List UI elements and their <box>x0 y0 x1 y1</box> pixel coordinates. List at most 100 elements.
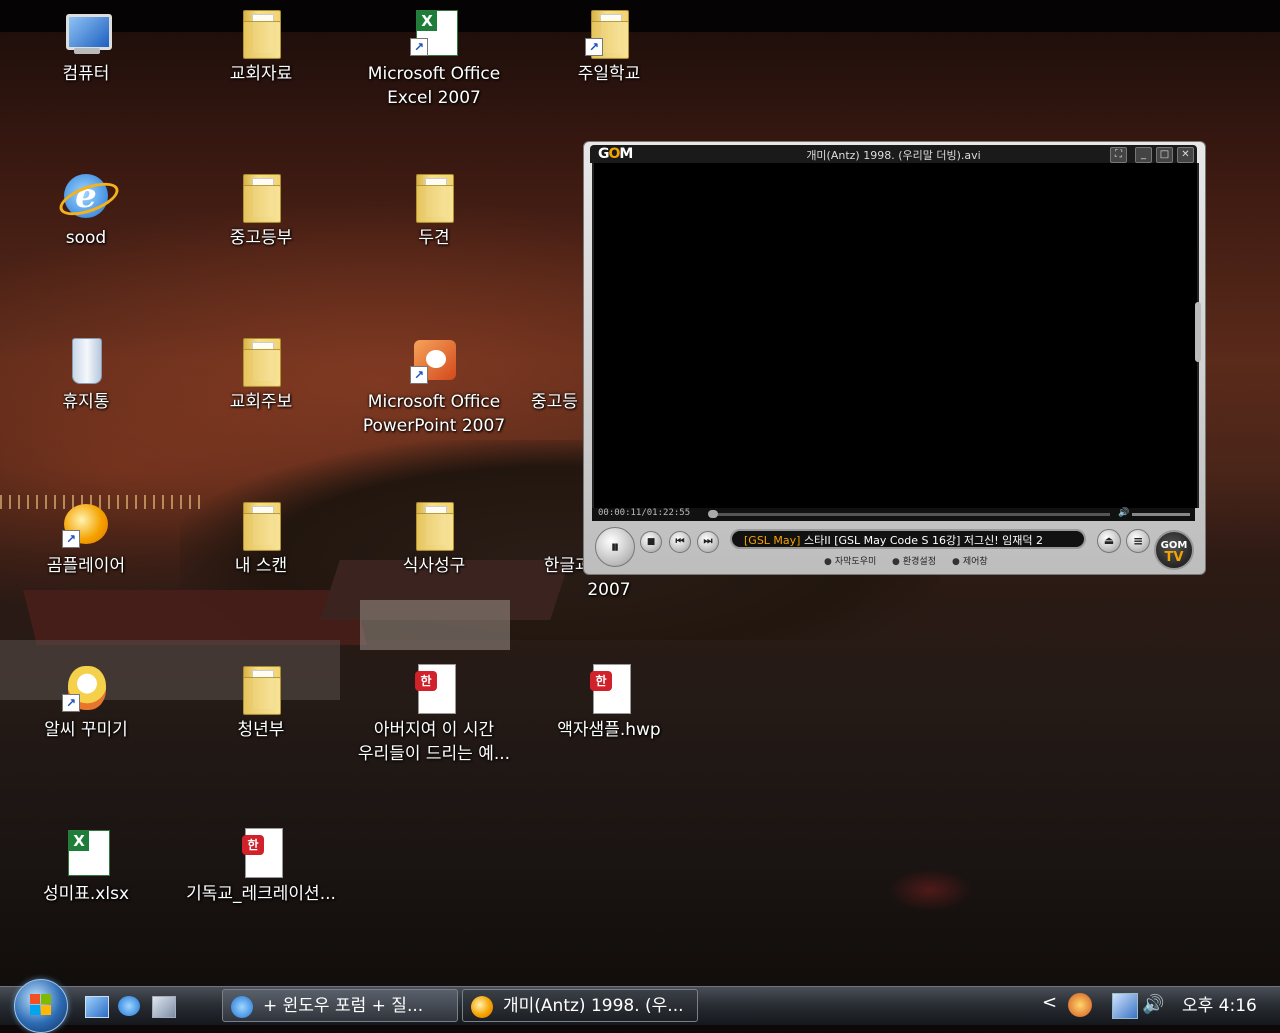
desktop-icon-alsee-decorate[interactable]: ↗ 알씨 꾸미기 <box>1 664 171 742</box>
gom-player-window[interactable]: GOM 개미(Antz) 1998. (우리말 더빙).avi ⛶ _ □ ✕ … <box>583 141 1206 575</box>
preferences-link[interactable]: 환경설정 <box>892 554 936 567</box>
desktop-icon-label: 알씨 꾸미기 <box>44 720 128 740</box>
folder-icon <box>237 664 285 715</box>
switch-windows-icon[interactable] <box>152 996 176 1018</box>
alsee-icon: ↗ <box>62 664 110 712</box>
desktop-icon-label: 주일학교 <box>577 64 641 84</box>
minimize-button[interactable]: _ <box>1135 147 1152 163</box>
taskbar-item-ie-forum[interactable]: + 윈도우 포럼 + 질... <box>222 989 458 1022</box>
control-panel: ⏸ ■ ⏮ ⏭ [GSL May] 스타II [GSL May Code S 1… <box>584 522 1205 572</box>
desktop-icon-label: 청년부 <box>237 720 285 740</box>
desktop-icon-label: 식사성구 <box>402 556 466 576</box>
clock[interactable]: 오후 4:16 <box>1182 987 1257 1025</box>
volume-icon[interactable]: 🔊 <box>1118 508 1129 518</box>
gom-logo-g: G <box>598 146 609 162</box>
open-file-button[interactable]: ⏏ <box>1097 529 1121 553</box>
close-button[interactable]: ✕ <box>1177 147 1194 163</box>
gom-logo-o: O <box>608 146 621 162</box>
ie-icon <box>231 996 253 1018</box>
desktop-icon-dugyeon[interactable]: 두견 <box>349 172 519 250</box>
desktop-icon-label: 기독교_레크레이션... <box>186 884 336 904</box>
gomtv-ticker[interactable]: [GSL May] 스타II [GSL May Code S 16강] 저그신!… <box>730 529 1086 549</box>
pause-button[interactable]: ⏸ <box>595 527 635 567</box>
desktop-icon-label: 휴지통 <box>62 392 110 412</box>
desktop-icon-label: 아버지여 이 시간 우리들이 드리는 예... <box>357 720 511 764</box>
desktop-icon-label: Microsoft Office Excel 2007 <box>367 64 501 108</box>
desktop-icon-frame-sample[interactable]: 한 액자샘플.hwp <box>524 664 694 742</box>
menu-button[interactable]: ≡ <box>1126 529 1150 553</box>
desktop-icon-meal-verses[interactable]: 식사성구 <box>349 500 519 578</box>
desktop-icon-ie[interactable]: e sood <box>1 172 171 250</box>
desktop-icon-label: 내 스캔 <box>234 556 288 576</box>
wallpaper-house <box>360 600 510 650</box>
control-panel-link[interactable]: 제어창 <box>952 554 988 567</box>
desktop-icon-label: 중고등부 <box>229 228 293 248</box>
folder-shortcut-icon: ↗ <box>585 8 633 59</box>
windows-flag-icon <box>30 994 52 1016</box>
fullscreen-button[interactable]: ⛶ <box>1110 147 1127 163</box>
previous-button[interactable]: ⏮ <box>669 531 691 553</box>
gom-player-icon: ↗ <box>62 500 110 548</box>
playback-time: 00:00:11/01:22:55 <box>598 508 691 518</box>
taskbar: + 윈도우 포럼 + 질... 개미(Antz) 1998. (우... < 🔊… <box>0 979 1280 1033</box>
show-desktop-icon[interactable] <box>85 996 109 1018</box>
taskbar-item-label: + 윈도우 포럼 + 질... <box>263 996 424 1016</box>
internet-explorer-quicklaunch-icon[interactable] <box>118 996 140 1016</box>
gom-file-title: 개미(Antz) 1998. (우리말 더빙).avi <box>806 149 981 162</box>
internet-explorer-icon: e <box>55 172 123 222</box>
hwp-document-icon: 한 <box>410 664 458 714</box>
gom-logo-m: M <box>619 146 633 162</box>
start-button[interactable] <box>14 979 68 1033</box>
excel-document-icon: X <box>62 828 110 876</box>
taskbar-item-gom-player[interactable]: 개미(Antz) 1998. (우... <box>462 989 698 1022</box>
desktop-icon-young-adults[interactable]: 청년부 <box>176 664 346 742</box>
desktop-icon-church-bulletin[interactable]: 교회주보 <box>176 336 346 414</box>
taskbar-item-label: 개미(Antz) 1998. (우... <box>503 996 684 1016</box>
excel-icon: X ↗ <box>410 8 458 56</box>
seek-bar[interactable]: 00:00:11/01:22:55 🔊 <box>592 508 1195 521</box>
tray-app-icon[interactable] <box>1068 993 1092 1017</box>
hwp-document-icon: 한 <box>237 828 285 878</box>
network-icon[interactable] <box>1112 993 1138 1019</box>
desktop-icon-label: 성미표.xlsx <box>42 884 130 904</box>
seek-knob[interactable] <box>708 510 718 518</box>
volume-icon[interactable]: 🔊 <box>1142 993 1164 1017</box>
desktop-icon-youth-dept[interactable]: 중고등부 <box>176 172 346 250</box>
desktop-icon-my-scan[interactable]: 내 스캔 <box>176 500 346 578</box>
desktop-icon-church-materials[interactable]: 교회자료 <box>176 8 346 86</box>
gom-logo: GOM <box>598 146 633 162</box>
maximize-button[interactable]: □ <box>1156 147 1173 163</box>
wallpaper-roof <box>23 590 367 645</box>
computer-icon <box>62 8 112 56</box>
folder-icon <box>237 500 285 551</box>
desktop-icon-sunday-school[interactable]: ↗ 주일학교 <box>524 8 694 86</box>
gom-titlebar[interactable]: GOM 개미(Antz) 1998. (우리말 더빙).avi ⛶ _ □ ✕ <box>590 145 1197 163</box>
desktop-icon-label: 액자샘플.hwp <box>557 720 661 740</box>
video-area[interactable] <box>592 163 1199 508</box>
gomtv-button[interactable]: GOM TV <box>1154 530 1194 570</box>
desktop-icon-excel[interactable]: X ↗ Microsoft Office Excel 2007 <box>349 8 519 110</box>
powerpoint-icon: ↗ <box>410 336 458 384</box>
subtitle-helper-link[interactable]: 자막도우미 <box>824 554 876 567</box>
volume-slider[interactable] <box>1132 513 1190 516</box>
playlist-edge-handle[interactable] <box>1195 302 1201 362</box>
folder-icon <box>237 8 285 59</box>
ticker-text: 스타II [GSL May Code S 16강] 저그신! 임재덕 2 <box>800 534 1044 547</box>
desktop-icon-recycle-bin[interactable]: 휴지통 <box>1 336 171 414</box>
desktop-icon-gom-player[interactable]: ↗ 곰플레이어 <box>1 500 171 578</box>
folder-icon <box>410 172 458 223</box>
gom-icon <box>471 996 493 1018</box>
desktop-icon-label: 교회주보 <box>229 392 293 412</box>
desktop-icon-label: 교회자료 <box>229 64 293 84</box>
desktop-icon-label: 곰플레이어 <box>46 556 126 576</box>
next-button[interactable]: ⏭ <box>697 531 719 553</box>
stop-button[interactable]: ■ <box>640 531 662 553</box>
desktop-icon-computer[interactable]: 컴퓨터 <box>1 8 171 86</box>
desktop-icon-christian-recreation[interactable]: 한 기독교_레크레이션... <box>176 828 346 906</box>
seek-track[interactable] <box>710 513 1110 516</box>
show-hidden-icons-button[interactable]: < <box>1042 992 1057 1013</box>
desktop-icon-label: 컴퓨터 <box>62 64 110 84</box>
desktop-icon-hwp-prayer[interactable]: 한 아버지여 이 시간 우리들이 드리는 예... <box>349 664 519 766</box>
desktop-icon-rice-offering[interactable]: X 성미표.xlsx <box>1 828 171 906</box>
gomtv-line2: TV <box>1164 550 1184 565</box>
